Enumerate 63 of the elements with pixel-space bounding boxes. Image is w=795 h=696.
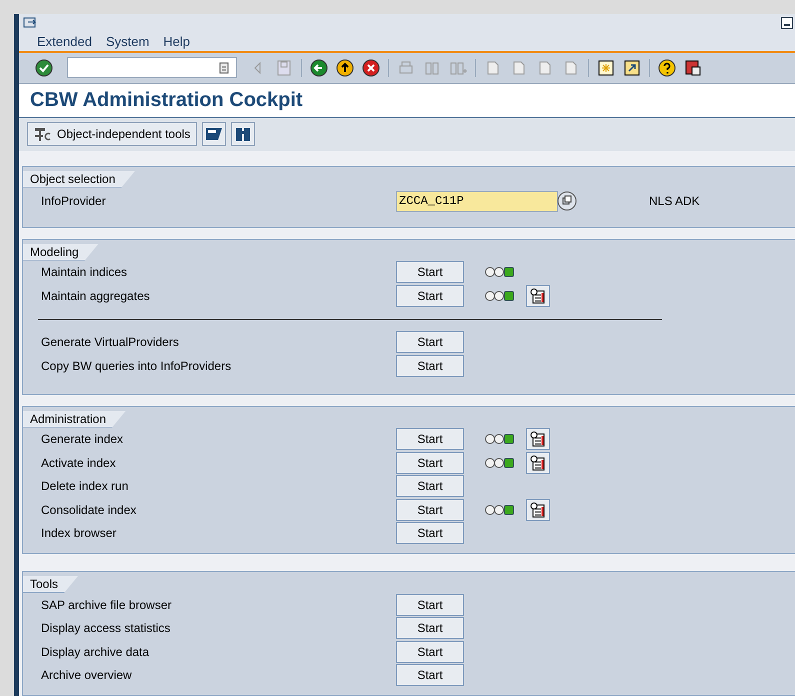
log-icon — [530, 502, 546, 518]
start-button[interactable]: Start — [396, 452, 464, 474]
tools-button[interactable]: Object-independent tools — [27, 122, 198, 146]
function-label: Consolidate index — [41, 502, 138, 517]
function-label: SAP archive file browser — [41, 598, 172, 612]
menu-item[interactable]: Extended — [37, 34, 92, 49]
description-text: NLS ADK — [649, 194, 700, 208]
shortcut-icon[interactable] — [623, 58, 641, 77]
menu-item[interactable]: System — [106, 34, 150, 49]
value-help-icon[interactable] — [557, 191, 577, 212]
start-button[interactable]: Start — [396, 617, 464, 640]
function-label: Generate index — [41, 432, 124, 446]
find-button[interactable] — [231, 122, 256, 146]
log-button[interactable] — [526, 452, 550, 474]
tools-icon — [34, 126, 52, 142]
group-heading: Modeling — [23, 244, 99, 261]
start-button[interactable]: Start — [396, 640, 464, 663]
start-button[interactable]: Start — [396, 498, 464, 521]
function-label: Maintain aggregates — [41, 288, 151, 303]
history-icon[interactable] — [219, 62, 229, 74]
log-button[interactable] — [526, 428, 550, 450]
minimize-icon[interactable] — [781, 16, 793, 29]
function-label: Display access statistics — [41, 621, 172, 636]
start-button[interactable]: Start — [396, 664, 464, 686]
group-heading: Administration — [23, 410, 126, 428]
infoprovider-field[interactable]: ZCCA_C11P — [396, 190, 558, 212]
start-button[interactable]: Start — [396, 261, 464, 284]
menu-item[interactable]: Help — [163, 34, 190, 49]
log-icon — [530, 288, 546, 304]
log-icon — [530, 454, 546, 471]
field-label: InfoProvider — [41, 194, 107, 208]
enter-icon[interactable] — [35, 58, 53, 77]
display-button[interactable] — [202, 122, 226, 146]
start-button[interactable]: Start — [396, 522, 464, 544]
start-button[interactable]: Start — [396, 354, 464, 377]
function-label: Maintain indices — [41, 265, 128, 280]
group-heading: Object selection — [23, 170, 136, 188]
log-button[interactable] — [526, 498, 550, 521]
function-label: Generate VirtualProviders — [41, 335, 180, 350]
new-session-icon[interactable] — [597, 58, 615, 77]
log-icon — [530, 431, 546, 448]
panel-icon — [205, 127, 224, 142]
function-label: Copy BW queries into InfoProviders — [41, 358, 232, 373]
command-field[interactable] — [67, 57, 237, 78]
function-label: Delete index run — [41, 479, 130, 494]
group-heading: Tools — [23, 576, 78, 594]
start-button[interactable]: Start — [396, 284, 464, 307]
exit-icon[interactable] — [336, 58, 354, 77]
function-label: Display archive data — [41, 644, 150, 659]
help-icon[interactable] — [658, 58, 676, 77]
start-button[interactable]: Start — [396, 475, 464, 498]
cancel-icon[interactable] — [362, 58, 380, 77]
start-button[interactable]: Start — [396, 594, 464, 616]
function-label: Activate index — [41, 456, 117, 470]
log-button[interactable] — [526, 284, 550, 307]
start-button[interactable]: Start — [396, 428, 464, 450]
layout-icon[interactable] — [684, 58, 702, 77]
function-label: Archive overview — [41, 668, 133, 682]
start-button[interactable]: Start — [396, 331, 464, 354]
back-icon[interactable] — [310, 58, 328, 77]
menu-icon[interactable] — [23, 16, 37, 29]
function-label: Index browser — [41, 526, 118, 540]
screen-title: CBW Administration Cockpit — [30, 88, 303, 112]
